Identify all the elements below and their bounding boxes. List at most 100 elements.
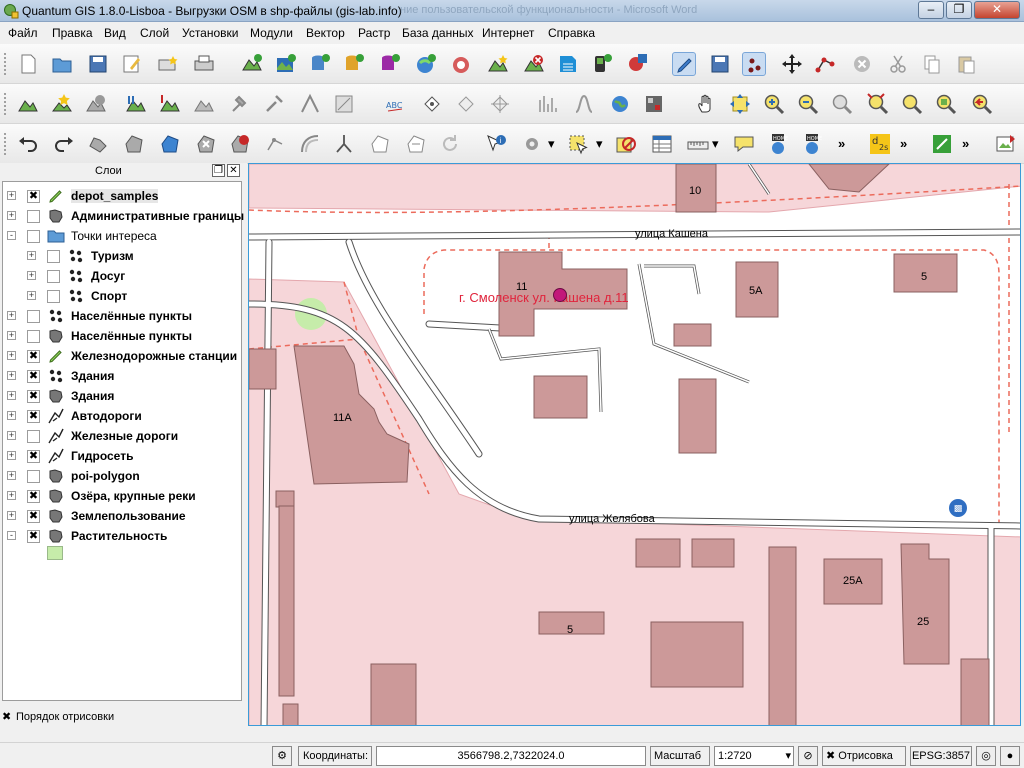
layer-item[interactable]: + ✖ Озёра, крупные реки: [3, 486, 241, 506]
layer-visibility-checkbox[interactable]: ✖: [27, 490, 40, 503]
layer-item[interactable]: + Туризм: [3, 246, 241, 266]
select-dropdown-icon[interactable]: ▾: [596, 136, 603, 152]
menu-layer[interactable]: Слой: [140, 26, 169, 40]
rotate-point-symbols-icon[interactable]: [438, 132, 462, 156]
layer-item[interactable]: + ✖ Здания: [3, 386, 241, 406]
zoom-full-icon[interactable]: [866, 92, 890, 116]
close-button[interactable]: ✕: [974, 1, 1020, 19]
layer-visibility-checkbox[interactable]: [27, 310, 40, 323]
copy-features-icon[interactable]: [920, 52, 944, 76]
layer-item[interactable]: + Железные дороги: [3, 426, 241, 446]
show-bookmarks-icon[interactable]: HOME: [800, 132, 824, 156]
add-wcs-layer-icon[interactable]: [450, 52, 474, 76]
measure-dropdown-icon[interactable]: ▾: [712, 136, 719, 152]
layer-visibility-checkbox[interactable]: ✖: [27, 450, 40, 463]
print-icon[interactable]: [192, 52, 216, 76]
add-raster-layer-icon[interactable]: [274, 52, 298, 76]
expand-icon[interactable]: +: [7, 431, 16, 440]
identify-features-icon[interactable]: i: [484, 132, 508, 156]
layer-visibility-checkbox[interactable]: [27, 230, 40, 243]
layer-item[interactable]: + ✖ Железнодорожные станции: [3, 346, 241, 366]
toolbar-handle[interactable]: [3, 92, 7, 116]
zoom-to-layer-extent-icon[interactable]: [934, 92, 958, 116]
map-tips-icon[interactable]: [732, 132, 756, 156]
export-image-icon[interactable]: [994, 132, 1018, 156]
layer-visibility-checkbox[interactable]: ✖: [27, 390, 40, 403]
menu-plugins[interactable]: Модули: [250, 26, 293, 40]
add-feature-icon[interactable]: [742, 52, 766, 76]
menu-file[interactable]: Файл: [8, 26, 38, 40]
expand-icon[interactable]: +: [7, 391, 16, 400]
new-project-icon[interactable]: [16, 52, 40, 76]
measure-line-icon[interactable]: [686, 132, 710, 156]
merge-attributes-icon[interactable]: [404, 132, 428, 156]
zoom-out-icon[interactable]: [796, 92, 820, 116]
histogram-icon[interactable]: [572, 92, 596, 116]
show-hide-labels-icon[interactable]: [454, 92, 478, 116]
expand-icon[interactable]: +: [7, 351, 16, 360]
save-edits-icon[interactable]: [708, 52, 732, 76]
add-wms-layer-icon[interactable]: [414, 52, 438, 76]
layer-visibility-checkbox[interactable]: ✖: [27, 350, 40, 363]
crs-status-button[interactable]: EPSG:3857: [910, 746, 972, 766]
scale-combobox[interactable]: 1:2720 ▾: [714, 746, 794, 766]
menu-vector[interactable]: Вектор: [306, 26, 345, 40]
hammer-tool-icon[interactable]: [228, 92, 252, 116]
save-project-icon[interactable]: [86, 52, 110, 76]
add-ring-icon[interactable]: [122, 132, 146, 156]
layer-visibility-checkbox[interactable]: [27, 330, 40, 343]
node-tool-icon[interactable]: [814, 52, 838, 76]
label-tool-icon[interactable]: ABC: [384, 92, 408, 116]
remove-layer-icon[interactable]: [522, 52, 546, 76]
toolbar-handle[interactable]: [3, 132, 7, 156]
toolbar-handle[interactable]: [3, 52, 7, 76]
expand-icon[interactable]: +: [7, 211, 16, 220]
open-attribute-table-icon[interactable]: [650, 132, 674, 156]
action-dropdown-icon[interactable]: ▾: [548, 136, 555, 152]
layer-item[interactable]: + Населённые пункты: [3, 306, 241, 326]
layer-item[interactable]: + ✖ Здания: [3, 366, 241, 386]
coordinates-field[interactable]: 3566798.2,7322024.0: [376, 746, 646, 766]
text-annotation-icon[interactable]: d 2s: [868, 132, 892, 156]
stop-rendering-icon[interactable]: ⊘: [798, 746, 818, 766]
menu-settings[interactable]: Установки: [182, 26, 238, 40]
depot-sample-point[interactable]: [553, 288, 567, 302]
menu-raster[interactable]: Растр: [358, 26, 390, 40]
draw-order-control[interactable]: ✖ Порядок отрисовки: [0, 710, 247, 726]
collapse-icon[interactable]: -: [7, 531, 16, 540]
menu-database[interactable]: База данных: [402, 26, 473, 40]
new-shapefile-icon[interactable]: [486, 52, 510, 76]
expand-icon[interactable]: +: [7, 311, 16, 320]
layer-item[interactable]: + ✖ depot_samples: [3, 186, 241, 206]
projection-globe-icon[interactable]: ◎: [976, 746, 996, 766]
layer-item[interactable]: + Спорт: [3, 286, 241, 306]
zoom-to-layer-icon[interactable]: [158, 92, 182, 116]
expand-icon[interactable]: +: [7, 331, 16, 340]
bus-stop-icon[interactable]: ▩: [949, 499, 967, 517]
layer-style-icon[interactable]: [124, 92, 148, 116]
restore-button[interactable]: ❐: [946, 1, 972, 19]
toolbar-overflow-icon[interactable]: »: [962, 136, 969, 151]
layer-visibility-checkbox[interactable]: ✖: [27, 190, 40, 203]
redo-icon[interactable]: [52, 132, 76, 156]
zoom-in-icon[interactable]: [762, 92, 786, 116]
layer-item[interactable]: + ✖ Гидросеть: [3, 446, 241, 466]
delete-ring-icon[interactable]: [194, 132, 218, 156]
draw-order-checkbox[interactable]: ✖: [2, 712, 13, 723]
layer-visibility-checkbox[interactable]: ✖: [27, 530, 40, 543]
layer-visibility-checkbox[interactable]: [27, 470, 40, 483]
toggle-editing-icon[interactable]: [672, 52, 696, 76]
expand-icon[interactable]: +: [7, 511, 16, 520]
menu-web[interactable]: Интернет: [482, 26, 534, 40]
layer-visibility-checkbox[interactable]: [27, 430, 40, 443]
zoom-last-icon[interactable]: [970, 92, 994, 116]
run-feature-action-icon[interactable]: [520, 132, 544, 156]
histogram-stretch-icon[interactable]: [536, 92, 560, 116]
layer-settings-icon[interactable]: [192, 92, 216, 116]
expand-icon[interactable]: +: [7, 471, 16, 480]
digitize-line-icon[interactable]: [298, 92, 322, 116]
float-panel-icon[interactable]: ❐: [212, 164, 225, 177]
zoom-actual-size-icon[interactable]: [830, 92, 854, 116]
menu-edit[interactable]: Правка: [52, 26, 93, 40]
offset-curve-icon[interactable]: [298, 132, 322, 156]
